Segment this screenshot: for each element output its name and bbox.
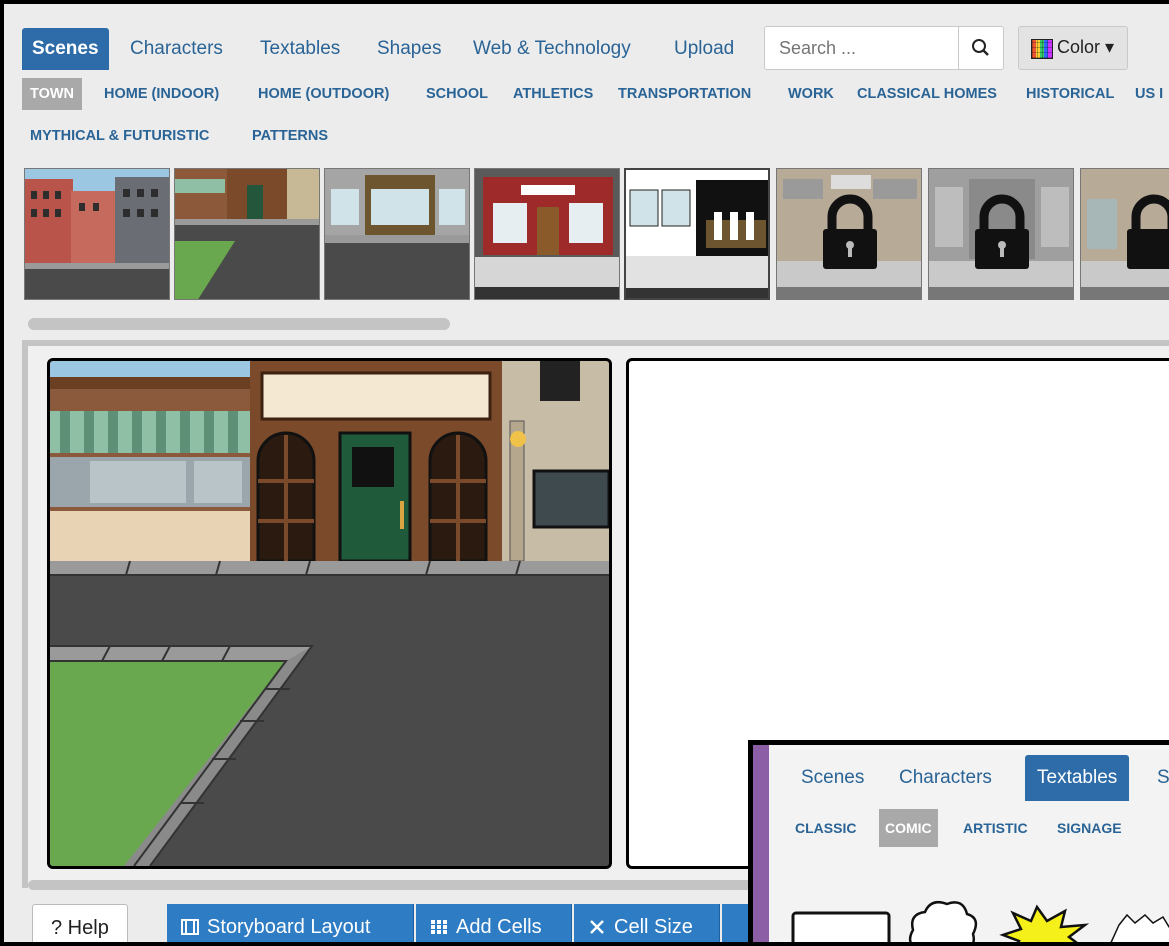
add-cells-label: Add Cells [456, 916, 542, 938]
category-classical-homes[interactable]: CLASSICAL HOMES [849, 78, 1005, 110]
thumbnail-row-houses[interactable] [24, 168, 170, 300]
search-button[interactable] [958, 27, 1003, 69]
tab-textables[interactable]: Textables [250, 28, 350, 70]
palette-icon [1031, 39, 1053, 59]
category-school[interactable]: SCHOOL [418, 78, 496, 110]
jagged-bubble-icon [1110, 913, 1169, 942]
thumbnail-street-corner[interactable] [174, 168, 320, 300]
tab-shapes[interactable]: Shapes [367, 28, 451, 70]
thumbnail-red-store[interactable] [474, 168, 620, 300]
thumbnail-shop-partial[interactable] [1080, 168, 1169, 300]
tab-upload[interactable]: Upload [664, 28, 744, 70]
inset-tab-scenes[interactable]: Scenes [789, 755, 876, 801]
thumbnail-scrollbar[interactable] [28, 318, 450, 330]
category-athletics[interactable]: ATHLETICS [505, 78, 601, 110]
add-cells-button[interactable]: Add Cells [416, 904, 572, 942]
starburst-bubble-icon [999, 904, 1090, 942]
cell-size-label: Cell Size [614, 916, 693, 938]
speech-bubble-previews [791, 901, 1169, 942]
library-tabs: Scenes Characters Textables Shapes Web &… [22, 22, 1169, 76]
color-button[interactable]: Color ▾ [1018, 26, 1128, 70]
expand-icon [590, 920, 604, 934]
inset-tab-shapes[interactable]: Sh [1145, 755, 1169, 801]
category-town[interactable]: TOWN [22, 78, 83, 110]
thumbnail-ice-cream-shop[interactable] [624, 168, 770, 300]
film-icon [181, 919, 199, 935]
thumbnail-storefront[interactable] [928, 168, 1074, 300]
category-mythical-futuristic[interactable]: MYTHICAL & FUTURISTIC [22, 120, 217, 152]
app-window: Scenes Characters Textables Shapes Web &… [0, 0, 1169, 946]
storyboard-layout-button[interactable]: Storyboard Layout [167, 904, 414, 942]
rectangle-bubble-icon [791, 911, 891, 942]
category-work[interactable]: WORK [780, 78, 842, 110]
search-icon [972, 39, 989, 56]
scene-categories: TOWN HOME (INDOOR) HOME (OUTDOOR) SCHOOL… [22, 78, 1169, 158]
town-scene [50, 361, 609, 866]
category-us[interactable]: US I [1127, 78, 1169, 110]
thumbnail-awning-shop[interactable] [776, 168, 922, 300]
inset-accent-bar [753, 745, 769, 942]
canvas-scrollbar[interactable] [28, 880, 754, 890]
inset-tab-characters[interactable]: Characters [887, 755, 1004, 801]
inset-category-signage[interactable]: SIGNAGE [1051, 809, 1128, 847]
inset-category-artistic[interactable]: ARTISTIC [957, 809, 1034, 847]
inset-category-classic[interactable]: CLASSIC [789, 809, 862, 847]
scene-thumbnails [24, 164, 1169, 304]
category-transportation[interactable]: TRANSPORTATION [610, 78, 759, 110]
caret-down-icon: ▾ [1105, 37, 1115, 57]
search-box [764, 26, 1004, 70]
inset-tab-textables[interactable]: Textables [1025, 755, 1130, 801]
inset-category-comic[interactable]: COMIC [879, 809, 938, 847]
category-historical[interactable]: HISTORICAL [1018, 78, 1122, 110]
thumbnail-shop-front[interactable] [324, 168, 470, 300]
help-button[interactable]: ? Help [32, 904, 128, 942]
tab-scenes[interactable]: Scenes [22, 28, 109, 70]
tab-characters[interactable]: Characters [120, 28, 233, 70]
textables-inset-panel: Scenes Characters Textables Sh CLASSIC C… [748, 740, 1169, 942]
cell-size-button[interactable]: Cell Size [574, 904, 720, 942]
grid-icon [431, 920, 447, 934]
storyboard-cell-1[interactable] [47, 358, 612, 869]
category-patterns[interactable]: PATTERNS [244, 120, 336, 152]
category-home-indoor[interactable]: HOME (INDOOR) [96, 78, 227, 110]
tab-web-technology[interactable]: Web & Technology [463, 28, 641, 70]
search-input[interactable] [765, 27, 979, 69]
cloud-bubble-icon [908, 901, 978, 942]
storyboard-layout-label: Storyboard Layout [207, 916, 371, 938]
category-home-outdoor[interactable]: HOME (OUTDOOR) [250, 78, 397, 110]
color-label: Color ▾ [1057, 37, 1115, 57]
